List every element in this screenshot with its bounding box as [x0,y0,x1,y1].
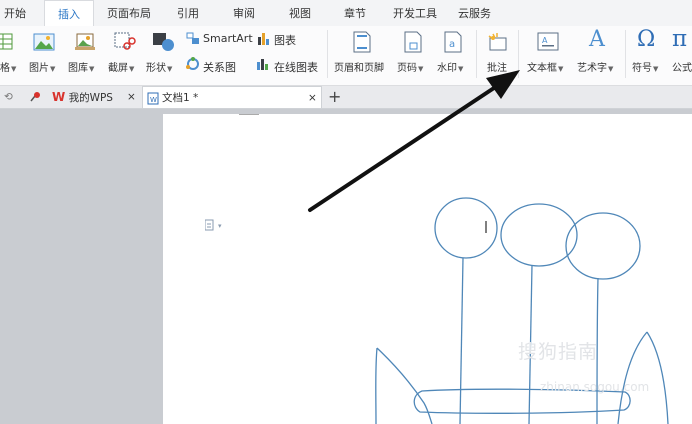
watermark-url: zhinan.sogou.com [540,380,650,394]
watermark-text: 搜狗指南 [518,341,599,363]
pointer-arrow [308,70,520,212]
